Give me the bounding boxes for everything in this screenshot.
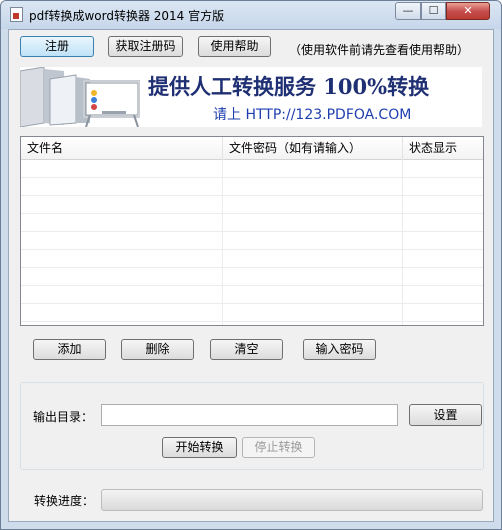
title-bar[interactable]: pdf转换成word转换器 2014 官方版 — ☐ ✕ bbox=[1, 1, 501, 29]
row-divider bbox=[21, 267, 483, 268]
file-list-header: 文件名 文件密码（如有请输入） 状态显示 bbox=[21, 137, 483, 160]
banner-slogan: 提供人工转换服务 100%转换 bbox=[148, 74, 430, 99]
help-hint-text: （使用软件前请先查看使用帮助） bbox=[289, 43, 470, 57]
whiteboard-illustration bbox=[20, 67, 140, 127]
column-divider bbox=[402, 159, 403, 325]
banner-url[interactable]: 请上 HTTP://123.PDFOA.COM bbox=[213, 104, 411, 124]
close-button[interactable]: ✕ bbox=[446, 2, 490, 20]
help-button[interactable]: 使用帮助 bbox=[198, 36, 271, 57]
window-title: pdf转换成word转换器 2014 官方版 bbox=[29, 9, 225, 23]
column-header-filename[interactable]: 文件名 bbox=[21, 137, 223, 159]
delete-button[interactable]: 删除 bbox=[121, 339, 194, 360]
column-header-password[interactable]: 文件密码（如有请输入） bbox=[223, 137, 403, 159]
row-divider bbox=[21, 249, 483, 250]
row-divider bbox=[21, 285, 483, 286]
row-divider bbox=[21, 177, 483, 178]
output-dir-input[interactable] bbox=[101, 404, 398, 426]
main-panel: 注册 获取注册码 使用帮助 （使用软件前请先查看使用帮助） 提供人工转换服务 1… bbox=[8, 29, 494, 522]
app-window: pdf转换成word转换器 2014 官方版 — ☐ ✕ 注册 获取注册码 使用… bbox=[0, 0, 502, 530]
conversion-progress-bar bbox=[101, 489, 483, 511]
row-divider bbox=[21, 195, 483, 196]
settings-button[interactable]: 设置 bbox=[409, 404, 482, 426]
row-divider bbox=[21, 303, 483, 304]
column-header-status[interactable]: 状态显示 bbox=[403, 137, 483, 159]
file-list[interactable]: 文件名 文件密码（如有请输入） 状态显示 bbox=[20, 136, 484, 326]
row-divider bbox=[21, 231, 483, 232]
pdf-file-icon bbox=[10, 7, 23, 22]
start-convert-button[interactable]: 开始转换 bbox=[162, 437, 237, 458]
add-button[interactable]: 添加 bbox=[33, 339, 106, 360]
output-dir-label: 输出目录： bbox=[33, 410, 94, 424]
ad-banner[interactable]: 提供人工转换服务 100%转换 请上 HTTP://123.PDFOA.COM bbox=[20, 67, 482, 127]
row-divider bbox=[21, 213, 483, 214]
enter-password-button[interactable]: 输入密码 bbox=[303, 339, 376, 360]
maximize-button[interactable]: ☐ bbox=[421, 2, 446, 20]
stop-convert-button[interactable]: 停止转换 bbox=[242, 437, 315, 458]
progress-label: 转换进度： bbox=[34, 494, 95, 508]
clear-button[interactable]: 清空 bbox=[210, 339, 283, 360]
column-divider bbox=[222, 159, 223, 325]
register-button[interactable]: 注册 bbox=[20, 36, 94, 57]
row-divider bbox=[21, 321, 483, 322]
minimize-button[interactable]: — bbox=[395, 2, 421, 20]
get-register-code-button[interactable]: 获取注册码 bbox=[108, 36, 183, 57]
